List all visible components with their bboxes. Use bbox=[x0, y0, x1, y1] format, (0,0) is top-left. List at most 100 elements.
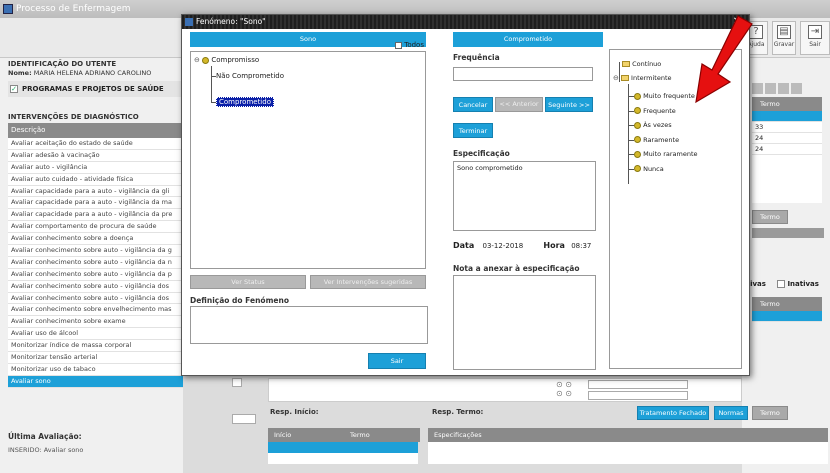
inativas-tab[interactable]: Inativas bbox=[777, 280, 819, 288]
dropdown-field[interactable] bbox=[588, 391, 688, 400]
list-item[interactable]: Avaliar adesão à vacinação bbox=[8, 149, 183, 162]
node-icon bbox=[634, 92, 641, 100]
sono-pane-header: Sono bbox=[190, 32, 426, 47]
definicao-field bbox=[190, 306, 428, 344]
inicio-column-header: Início bbox=[268, 428, 344, 442]
interventions-list: Avaliar aceitação do estado de saúde Aval… bbox=[8, 138, 183, 388]
tree-node-nao-comprometido[interactable]: Não Comprometido bbox=[216, 72, 284, 80]
hora-value: 08:37 bbox=[571, 242, 592, 250]
termo-cell[interactable] bbox=[752, 111, 822, 122]
tree-node-frequency-option[interactable]: Raramente bbox=[634, 136, 679, 144]
node-icon bbox=[634, 136, 641, 143]
termo-button[interactable]: Termo bbox=[752, 210, 788, 224]
list-item[interactable]: Avaliar conhecimento sobre auto - vigilâ… bbox=[8, 268, 183, 281]
expand-icon[interactable]: ⊖ bbox=[613, 74, 619, 82]
list-item[interactable]: Avaliar conhecimento sobre auto - vigilâ… bbox=[8, 245, 183, 257]
resp-termo-label: Resp. Termo: bbox=[432, 408, 484, 416]
tree-node-frequency-option[interactable]: Nunca bbox=[634, 165, 664, 173]
sair-button[interactable]: Sair bbox=[368, 353, 426, 369]
inativas-checkbox[interactable] bbox=[777, 280, 785, 288]
cancelar-button[interactable]: Cancelar bbox=[453, 97, 493, 112]
list-item[interactable]: Avaliar sono bbox=[8, 375, 183, 388]
list-item[interactable]: Avaliar conhecimento sobre auto - vigilâ… bbox=[8, 280, 183, 293]
termo-bottom-button[interactable]: Termo bbox=[752, 406, 788, 420]
list-item[interactable]: Monitorizar tensão arterial bbox=[8, 352, 183, 364]
nota-label: Nota a anexar à especificação bbox=[453, 264, 580, 273]
tree-node-continuo[interactable]: Contínuo bbox=[622, 60, 661, 68]
bottom-grid-selected-row[interactable] bbox=[268, 442, 418, 453]
list-item[interactable]: Avaliar capacidade para a auto - vigilân… bbox=[8, 197, 183, 210]
ver-intervencoes-button[interactable]: Ver Intervenções sugeridas bbox=[310, 275, 426, 289]
frequency-option-label: Raramente bbox=[643, 135, 680, 144]
programs-label: PROGRAMAS E PROJETOS DE SAÚDE bbox=[22, 85, 164, 93]
list-item[interactable]: Avaliar auto - vigilância bbox=[8, 161, 183, 174]
frequencia-field[interactable] bbox=[453, 67, 593, 81]
dialog-app-icon bbox=[185, 18, 193, 26]
list-item[interactable]: Avaliar comportamento de procura de saúd… bbox=[8, 221, 183, 234]
termo-header-2: Termo bbox=[752, 297, 822, 311]
list-item[interactable]: Avaliar conhecimento sobre exame bbox=[8, 316, 183, 329]
frequency-option-label: Às vezes bbox=[643, 121, 672, 129]
exit-label: Sair bbox=[809, 41, 821, 48]
document-icon[interactable] bbox=[791, 83, 802, 94]
tree-node-frequency-option[interactable]: Às vezes bbox=[634, 121, 672, 129]
radio-icons[interactable]: ⊙ ⊙ ⊙ ⊙ bbox=[556, 380, 586, 400]
list-item[interactable]: Avaliar capacidade para a auto - vigilân… bbox=[8, 209, 183, 222]
normas-button[interactable]: Normas bbox=[714, 406, 748, 420]
todos-label: Todos bbox=[404, 41, 424, 49]
termo-cell[interactable]: 33 bbox=[752, 122, 822, 133]
anterior-button[interactable]: << Anterior bbox=[495, 97, 543, 112]
list-item[interactable]: Avaliar conhecimento sobre a doença bbox=[8, 233, 183, 246]
ver-status-button[interactable]: Ver Status bbox=[190, 275, 306, 289]
add-icon[interactable] bbox=[765, 83, 776, 94]
list-item[interactable]: Avaliar aceitação do estado de saúde bbox=[8, 138, 183, 150]
tree-node-intermitente[interactable]: ⊖ Intermitente bbox=[613, 74, 672, 82]
intermitente-label: Intermitente bbox=[631, 74, 672, 82]
comprometido-pane-header: Comprometido bbox=[453, 32, 603, 47]
tree-node-frequency-option[interactable]: Muito frequente bbox=[634, 92, 695, 100]
seguinte-button[interactable]: Seguinte >> bbox=[545, 97, 593, 112]
inativas-label: Inativas bbox=[787, 280, 819, 288]
list-item[interactable]: Avaliar conhecimento sobre envelheciment… bbox=[8, 304, 183, 317]
app-title: Processo de Enfermagem bbox=[16, 4, 131, 14]
list-item[interactable]: Avaliar conhecimento sobre auto - vigilâ… bbox=[8, 292, 183, 305]
tree-node-root[interactable]: ⊖ Compromisso bbox=[194, 56, 259, 64]
delete-icon[interactable] bbox=[778, 83, 789, 94]
nota-field[interactable] bbox=[453, 275, 596, 370]
tree-node-frequency-option[interactable]: Frequente bbox=[634, 107, 676, 115]
add-row-icon[interactable] bbox=[232, 414, 256, 424]
tree-node-frequency-option[interactable]: Muito raramente bbox=[634, 150, 698, 158]
terminar-button[interactable]: Terminar bbox=[453, 123, 493, 138]
todos-checkbox[interactable] bbox=[395, 41, 402, 49]
todos-option[interactable]: Todos bbox=[395, 41, 424, 49]
expand-icon[interactable]: ⊖ bbox=[194, 56, 200, 64]
termo-cell-2[interactable] bbox=[752, 311, 822, 322]
bottom-grid-row[interactable] bbox=[268, 453, 418, 464]
resp-inicio-label: Resp. Início: bbox=[270, 408, 319, 416]
tree-node-comprometido[interactable]: Comprometido bbox=[216, 97, 274, 107]
tratamento-fechado-button[interactable]: Tratamento Fechado bbox=[637, 406, 709, 420]
edit-row-icon[interactable] bbox=[232, 378, 242, 387]
list-item[interactable]: Avaliar uso de álcool bbox=[8, 328, 183, 341]
especificacao-field[interactable]: Sono comprometido bbox=[453, 161, 596, 231]
termo-cell[interactable]: 24 bbox=[752, 133, 822, 144]
data-value: 03-12-2018 bbox=[482, 242, 524, 250]
tree-line bbox=[211, 66, 212, 102]
right-panel-icons bbox=[752, 83, 822, 95]
termo-cell[interactable]: 24 bbox=[752, 144, 822, 155]
termo-empty-area bbox=[752, 155, 822, 203]
list-item[interactable]: Avaliar auto cuidado - atividade física bbox=[8, 173, 183, 186]
list-item[interactable]: Avaliar conhecimento sobre auto - vigilâ… bbox=[8, 256, 183, 269]
programs-section[interactable]: ✓ PROGRAMAS E PROJETOS DE SAÚDE bbox=[8, 81, 183, 97]
programs-check-icon: ✓ bbox=[10, 85, 18, 93]
save-icon: ▤ bbox=[777, 25, 791, 39]
folder-icon bbox=[622, 61, 630, 67]
save-button[interactable]: ▤ Gravar bbox=[772, 21, 796, 55]
list-item[interactable]: Monitorizar índice de massa corporal bbox=[8, 340, 183, 353]
dropdown-field[interactable] bbox=[588, 380, 688, 389]
list-item[interactable]: Avaliar capacidade para a auto - vigilân… bbox=[8, 185, 183, 198]
exit-button[interactable]: ⇥ Sair bbox=[800, 21, 830, 55]
list-item[interactable]: Monitorizar uso de tabaco bbox=[8, 363, 183, 376]
patient-section-title: IDENTIFICAÇÃO DO UTENTE bbox=[8, 60, 117, 68]
interventions-title: INTERVENÇÕES DE DIAGNÓSTICO bbox=[8, 113, 139, 121]
